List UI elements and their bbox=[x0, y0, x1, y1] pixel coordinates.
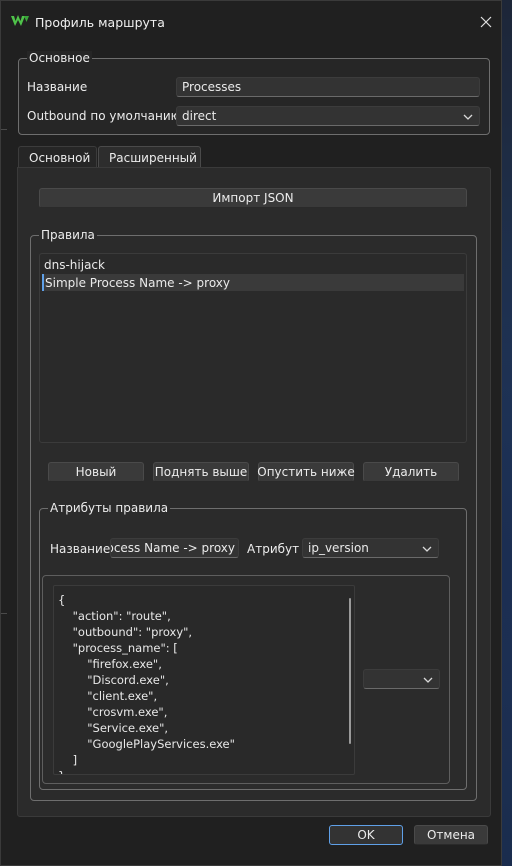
profile-name-input[interactable]: Processes bbox=[176, 77, 480, 97]
dialog-footer: OK Отмена bbox=[1, 819, 501, 865]
close-icon bbox=[480, 16, 492, 28]
close-button[interactable] bbox=[471, 9, 501, 35]
rule-json-editor[interactable]: { "action": "route", "outbound": "proxy"… bbox=[53, 585, 355, 775]
cancel-button[interactable]: Отмена bbox=[414, 825, 488, 845]
rule-json-text: { "action": "route", "outbound": "proxy"… bbox=[58, 593, 235, 774]
attribute-label: Атрибут bbox=[247, 542, 300, 556]
edge-artifact bbox=[1, 613, 7, 614]
new-rule-label: Новый bbox=[75, 465, 117, 479]
chevron-down-icon bbox=[423, 677, 433, 683]
outbound-label: Outbound по умолчанию bbox=[27, 109, 181, 123]
basic-group-title: Основное bbox=[27, 51, 92, 65]
tab-advanced-label: Расширенный bbox=[109, 150, 197, 165]
rules-group-title: Правила bbox=[39, 228, 97, 242]
rule-attributes-group: Атрибуты правила Название Process Name -… bbox=[39, 501, 467, 790]
rules-group: Правила dns-hijack Simple Process Name -… bbox=[30, 228, 477, 801]
list-item[interactable]: Simple Process Name -> proxy bbox=[42, 274, 464, 291]
move-down-button[interactable]: Опустить ниже bbox=[257, 462, 355, 482]
title-bar[interactable]: Профиль маршрута bbox=[1, 1, 501, 43]
json-scrollbar[interactable] bbox=[349, 598, 351, 744]
basic-group: Основное Название Processes Outbound по … bbox=[18, 51, 490, 135]
rule-editor-frame: { "action": "route", "outbound": "proxy"… bbox=[42, 575, 450, 784]
tab-advanced[interactable]: Расширенный bbox=[98, 146, 201, 168]
rule-name-label: Название bbox=[50, 542, 111, 556]
ok-button[interactable]: OK bbox=[329, 825, 403, 845]
rules-list[interactable]: dns-hijack Simple Process Name -> proxy bbox=[39, 253, 467, 443]
import-json-button[interactable]: Импорт JSON bbox=[39, 188, 467, 208]
ok-label: OK bbox=[357, 828, 375, 842]
move-up-button[interactable]: Поднять выше bbox=[153, 462, 249, 482]
chevron-down-icon bbox=[422, 546, 432, 552]
delete-rule-label: Удалить bbox=[384, 465, 438, 479]
list-item[interactable]: dns-hijack bbox=[42, 256, 462, 273]
rule-label: Simple Process Name -> proxy bbox=[45, 275, 231, 290]
move-up-label: Поднять выше bbox=[154, 465, 248, 479]
value-select[interactable] bbox=[363, 669, 440, 689]
rule-attributes-title: Атрибуты правила bbox=[48, 501, 171, 515]
app-logo-icon bbox=[11, 15, 29, 26]
outbound-select-value: direct bbox=[182, 109, 217, 123]
edge-artifact bbox=[1, 129, 7, 130]
outbound-select[interactable]: direct bbox=[176, 106, 480, 126]
new-rule-button[interactable]: Новый bbox=[48, 462, 144, 482]
tab-basic-label: Основной bbox=[29, 150, 91, 165]
tab-basic[interactable]: Основной bbox=[18, 146, 97, 168]
move-down-label: Опустить ниже bbox=[257, 465, 355, 479]
window-title: Профиль маршрута bbox=[35, 15, 165, 30]
name-label: Название bbox=[27, 80, 88, 94]
attribute-select-value: ip_version bbox=[308, 541, 369, 555]
chevron-down-icon bbox=[463, 114, 473, 120]
rule-name-value: Process Name -> proxy bbox=[111, 541, 235, 555]
route-profile-dialog: Профиль маршрута Основное Название Proce… bbox=[0, 0, 502, 866]
rule-name-input[interactable]: Process Name -> proxy bbox=[110, 538, 239, 558]
attribute-select[interactable]: ip_version bbox=[302, 538, 439, 558]
import-json-label: Импорт JSON bbox=[212, 191, 294, 205]
delete-rule-button[interactable]: Удалить bbox=[363, 462, 459, 482]
rule-label: dns-hijack bbox=[44, 257, 105, 272]
advanced-tab-panel: Импорт JSON Правила dns-hijack Simple Pr… bbox=[17, 167, 491, 817]
cancel-label: Отмена bbox=[426, 828, 476, 842]
